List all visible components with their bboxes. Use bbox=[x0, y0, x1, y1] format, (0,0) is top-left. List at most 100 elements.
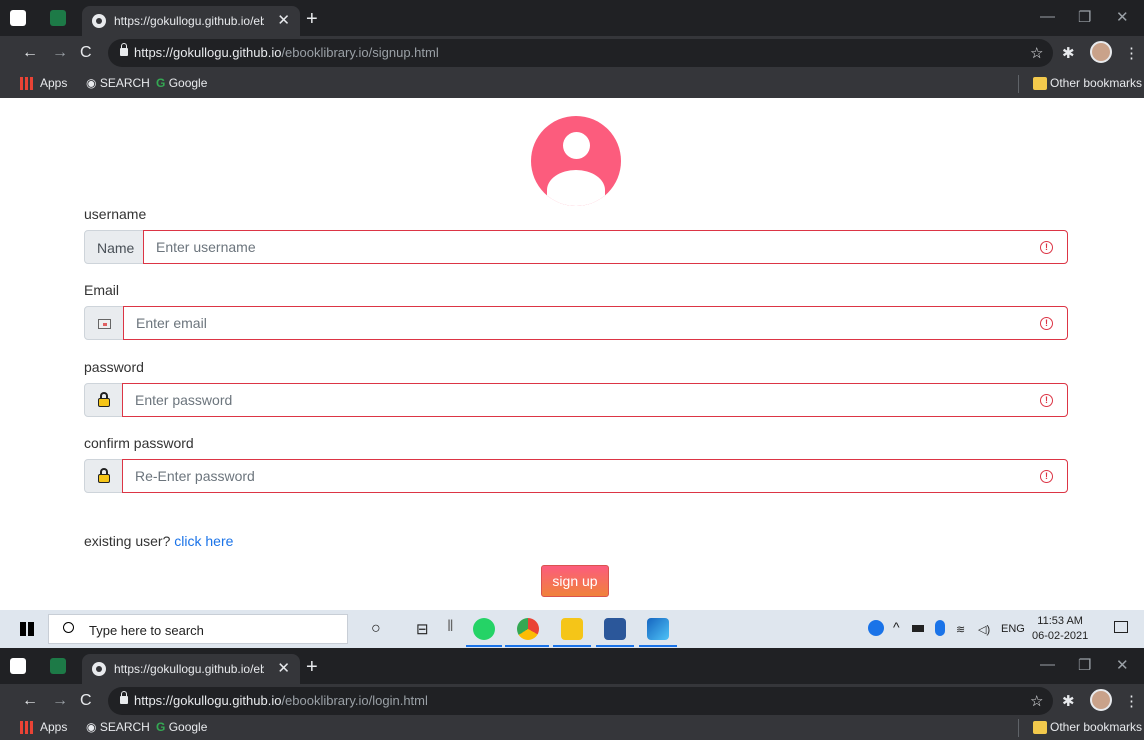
word-active-indicator bbox=[596, 645, 634, 647]
confirm-password-group: ! bbox=[84, 459, 1068, 493]
chrome-active-indicator bbox=[505, 645, 549, 647]
battery-icon[interactable] bbox=[912, 625, 924, 632]
apps-icon bbox=[20, 77, 33, 90]
minimize-icon[interactable]: — bbox=[1040, 656, 1055, 673]
notifications-icon[interactable] bbox=[1114, 621, 1128, 633]
w-icon[interactable] bbox=[50, 658, 66, 674]
tab-strip-2: https://gokullogu.github.io/eboo ✕ + — ❐… bbox=[0, 648, 1144, 684]
address-bar[interactable]: https://gokullogu.github.io/ebooklibrary… bbox=[108, 39, 1053, 67]
bookmarks-separator bbox=[1018, 75, 1019, 93]
file-explorer-icon[interactable] bbox=[561, 618, 583, 640]
confirm-password-field[interactable]: ! bbox=[122, 459, 1068, 493]
back-icon[interactable]: ← bbox=[22, 692, 38, 710]
close-tab-icon[interactable]: ✕ bbox=[277, 659, 290, 677]
confirm-password-input[interactable] bbox=[135, 468, 938, 484]
username-label: username bbox=[84, 206, 147, 222]
email-addon bbox=[84, 306, 124, 340]
reload-icon[interactable]: C bbox=[80, 44, 92, 62]
restore-icon[interactable]: ❐ bbox=[1078, 656, 1091, 674]
photos-active-indicator bbox=[639, 645, 677, 647]
bluetooth-icon[interactable] bbox=[935, 620, 945, 636]
word-icon[interactable] bbox=[604, 618, 626, 640]
confirm-password-label: confirm password bbox=[84, 435, 194, 451]
task-view-icon[interactable]: ⊟ bbox=[416, 620, 429, 638]
windows-start-icon[interactable] bbox=[20, 622, 34, 636]
volume-icon[interactable]: ◁) bbox=[978, 623, 990, 636]
lock-icon bbox=[98, 468, 110, 484]
bookmarks-bar: Apps ◉ SEARCH G Google Other bookmarks bbox=[0, 70, 1144, 98]
taskbar-search[interactable]: Type here to search bbox=[48, 614, 348, 644]
password-input[interactable] bbox=[135, 392, 938, 408]
back-icon[interactable]: ← bbox=[22, 44, 38, 62]
wifi-icon[interactable]: ≋ bbox=[956, 623, 965, 636]
address-bar-2[interactable]: https://gokullogu.github.io/ebooklibrary… bbox=[108, 687, 1053, 715]
email-field[interactable]: ! bbox=[123, 306, 1068, 340]
whatsapp-icon[interactable] bbox=[473, 618, 495, 640]
menu-icon[interactable]: ⋮ bbox=[1124, 692, 1139, 710]
browser-tab[interactable]: https://gokullogu.github.io/eboo ✕ bbox=[82, 6, 300, 36]
browser-toolbar: ← → C https://gokullogu.github.io/ebookl… bbox=[0, 36, 1144, 70]
username-addon: Name bbox=[84, 230, 144, 264]
signup-button[interactable]: sign up bbox=[541, 565, 609, 597]
bookmark-other[interactable]: Other bookmarks bbox=[1050, 76, 1142, 90]
email-input[interactable] bbox=[136, 315, 938, 331]
star-icon[interactable]: ☆ bbox=[1030, 692, 1043, 710]
close-window-icon[interactable]: ✕ bbox=[1116, 656, 1129, 674]
extensions-icon[interactable]: ✱ bbox=[1062, 44, 1075, 62]
tab-strip: https://gokullogu.github.io/eboo ✕ + — ❐… bbox=[0, 0, 1144, 36]
email-icon bbox=[98, 319, 111, 329]
clock[interactable]: 11:53 AM 06-02-2021 bbox=[1032, 614, 1088, 644]
username-field[interactable]: ! bbox=[143, 230, 1068, 264]
url-text-2: https://gokullogu.github.io/ebooklibrary… bbox=[134, 693, 428, 708]
minimize-icon[interactable]: — bbox=[1040, 8, 1055, 25]
username-input[interactable] bbox=[156, 239, 941, 255]
bookmark-other[interactable]: Other bookmarks bbox=[1050, 720, 1142, 734]
reload-icon[interactable]: C bbox=[80, 692, 92, 710]
forward-icon[interactable]: → bbox=[52, 44, 68, 62]
app-icon[interactable] bbox=[10, 658, 26, 674]
lock-icon bbox=[98, 392, 110, 408]
globe-icon bbox=[92, 662, 106, 676]
explorer-active-indicator bbox=[553, 645, 591, 647]
restore-icon[interactable]: ❐ bbox=[1078, 8, 1091, 26]
close-tab-icon[interactable]: ✕ bbox=[277, 11, 290, 29]
chevron-up-icon[interactable]: ^ bbox=[893, 619, 900, 635]
new-tab-icon[interactable]: + bbox=[306, 656, 318, 679]
folder-icon bbox=[1033, 77, 1047, 90]
email-label: Email bbox=[84, 282, 120, 298]
bookmark-apps[interactable]: Apps bbox=[40, 720, 67, 734]
whatsapp-active-indicator bbox=[466, 645, 502, 647]
forward-icon[interactable]: → bbox=[52, 692, 68, 710]
bookmark-search[interactable]: ◉ SEARCH bbox=[86, 76, 150, 90]
error-icon: ! bbox=[1040, 470, 1053, 483]
bookmark-google[interactable]: G Google bbox=[156, 720, 207, 734]
browser-tab-2[interactable]: https://gokullogu.github.io/eboo ✕ bbox=[82, 654, 300, 684]
bookmarks-bar-2: Apps ◉ SEARCH G Google Other bookmarks bbox=[0, 714, 1144, 742]
profile-avatar[interactable] bbox=[1090, 689, 1112, 711]
menu-icon[interactable]: ⋮ bbox=[1124, 44, 1139, 62]
close-window-icon[interactable]: ✕ bbox=[1116, 8, 1129, 26]
bookmark-google[interactable]: G Google bbox=[156, 76, 207, 90]
browser-chrome: https://gokullogu.github.io/eboo ✕ + — ❐… bbox=[0, 0, 1144, 98]
password-field[interactable]: ! bbox=[122, 383, 1068, 417]
username-group: Name ! bbox=[84, 230, 1068, 264]
clock-time: 11:53 AM bbox=[1037, 615, 1083, 627]
password-group: ! bbox=[84, 383, 1068, 417]
w-icon[interactable] bbox=[50, 10, 66, 26]
cortana-icon[interactable]: ○ bbox=[371, 620, 381, 638]
extensions-icon[interactable]: ✱ bbox=[1062, 692, 1075, 710]
star-icon[interactable]: ☆ bbox=[1030, 44, 1043, 62]
login-link[interactable]: click here bbox=[174, 533, 233, 549]
apps-icon bbox=[20, 721, 33, 734]
windows-taskbar: Type here to search ○ ⊟ ‖ ^ ≋ ◁) ENG 11:… bbox=[0, 610, 1144, 648]
language-indicator[interactable]: ENG bbox=[1001, 623, 1025, 635]
new-tab-icon[interactable]: + bbox=[306, 8, 318, 31]
app-icon[interactable] bbox=[10, 10, 26, 26]
bookmark-search[interactable]: ◉ SEARCH bbox=[86, 720, 150, 734]
chrome-icon[interactable] bbox=[517, 618, 539, 640]
profile-avatar[interactable] bbox=[1090, 41, 1112, 63]
photos-icon[interactable] bbox=[647, 618, 669, 640]
globe-icon bbox=[92, 14, 106, 28]
help-icon[interactable] bbox=[868, 620, 884, 636]
bookmark-apps[interactable]: Apps bbox=[40, 76, 67, 90]
